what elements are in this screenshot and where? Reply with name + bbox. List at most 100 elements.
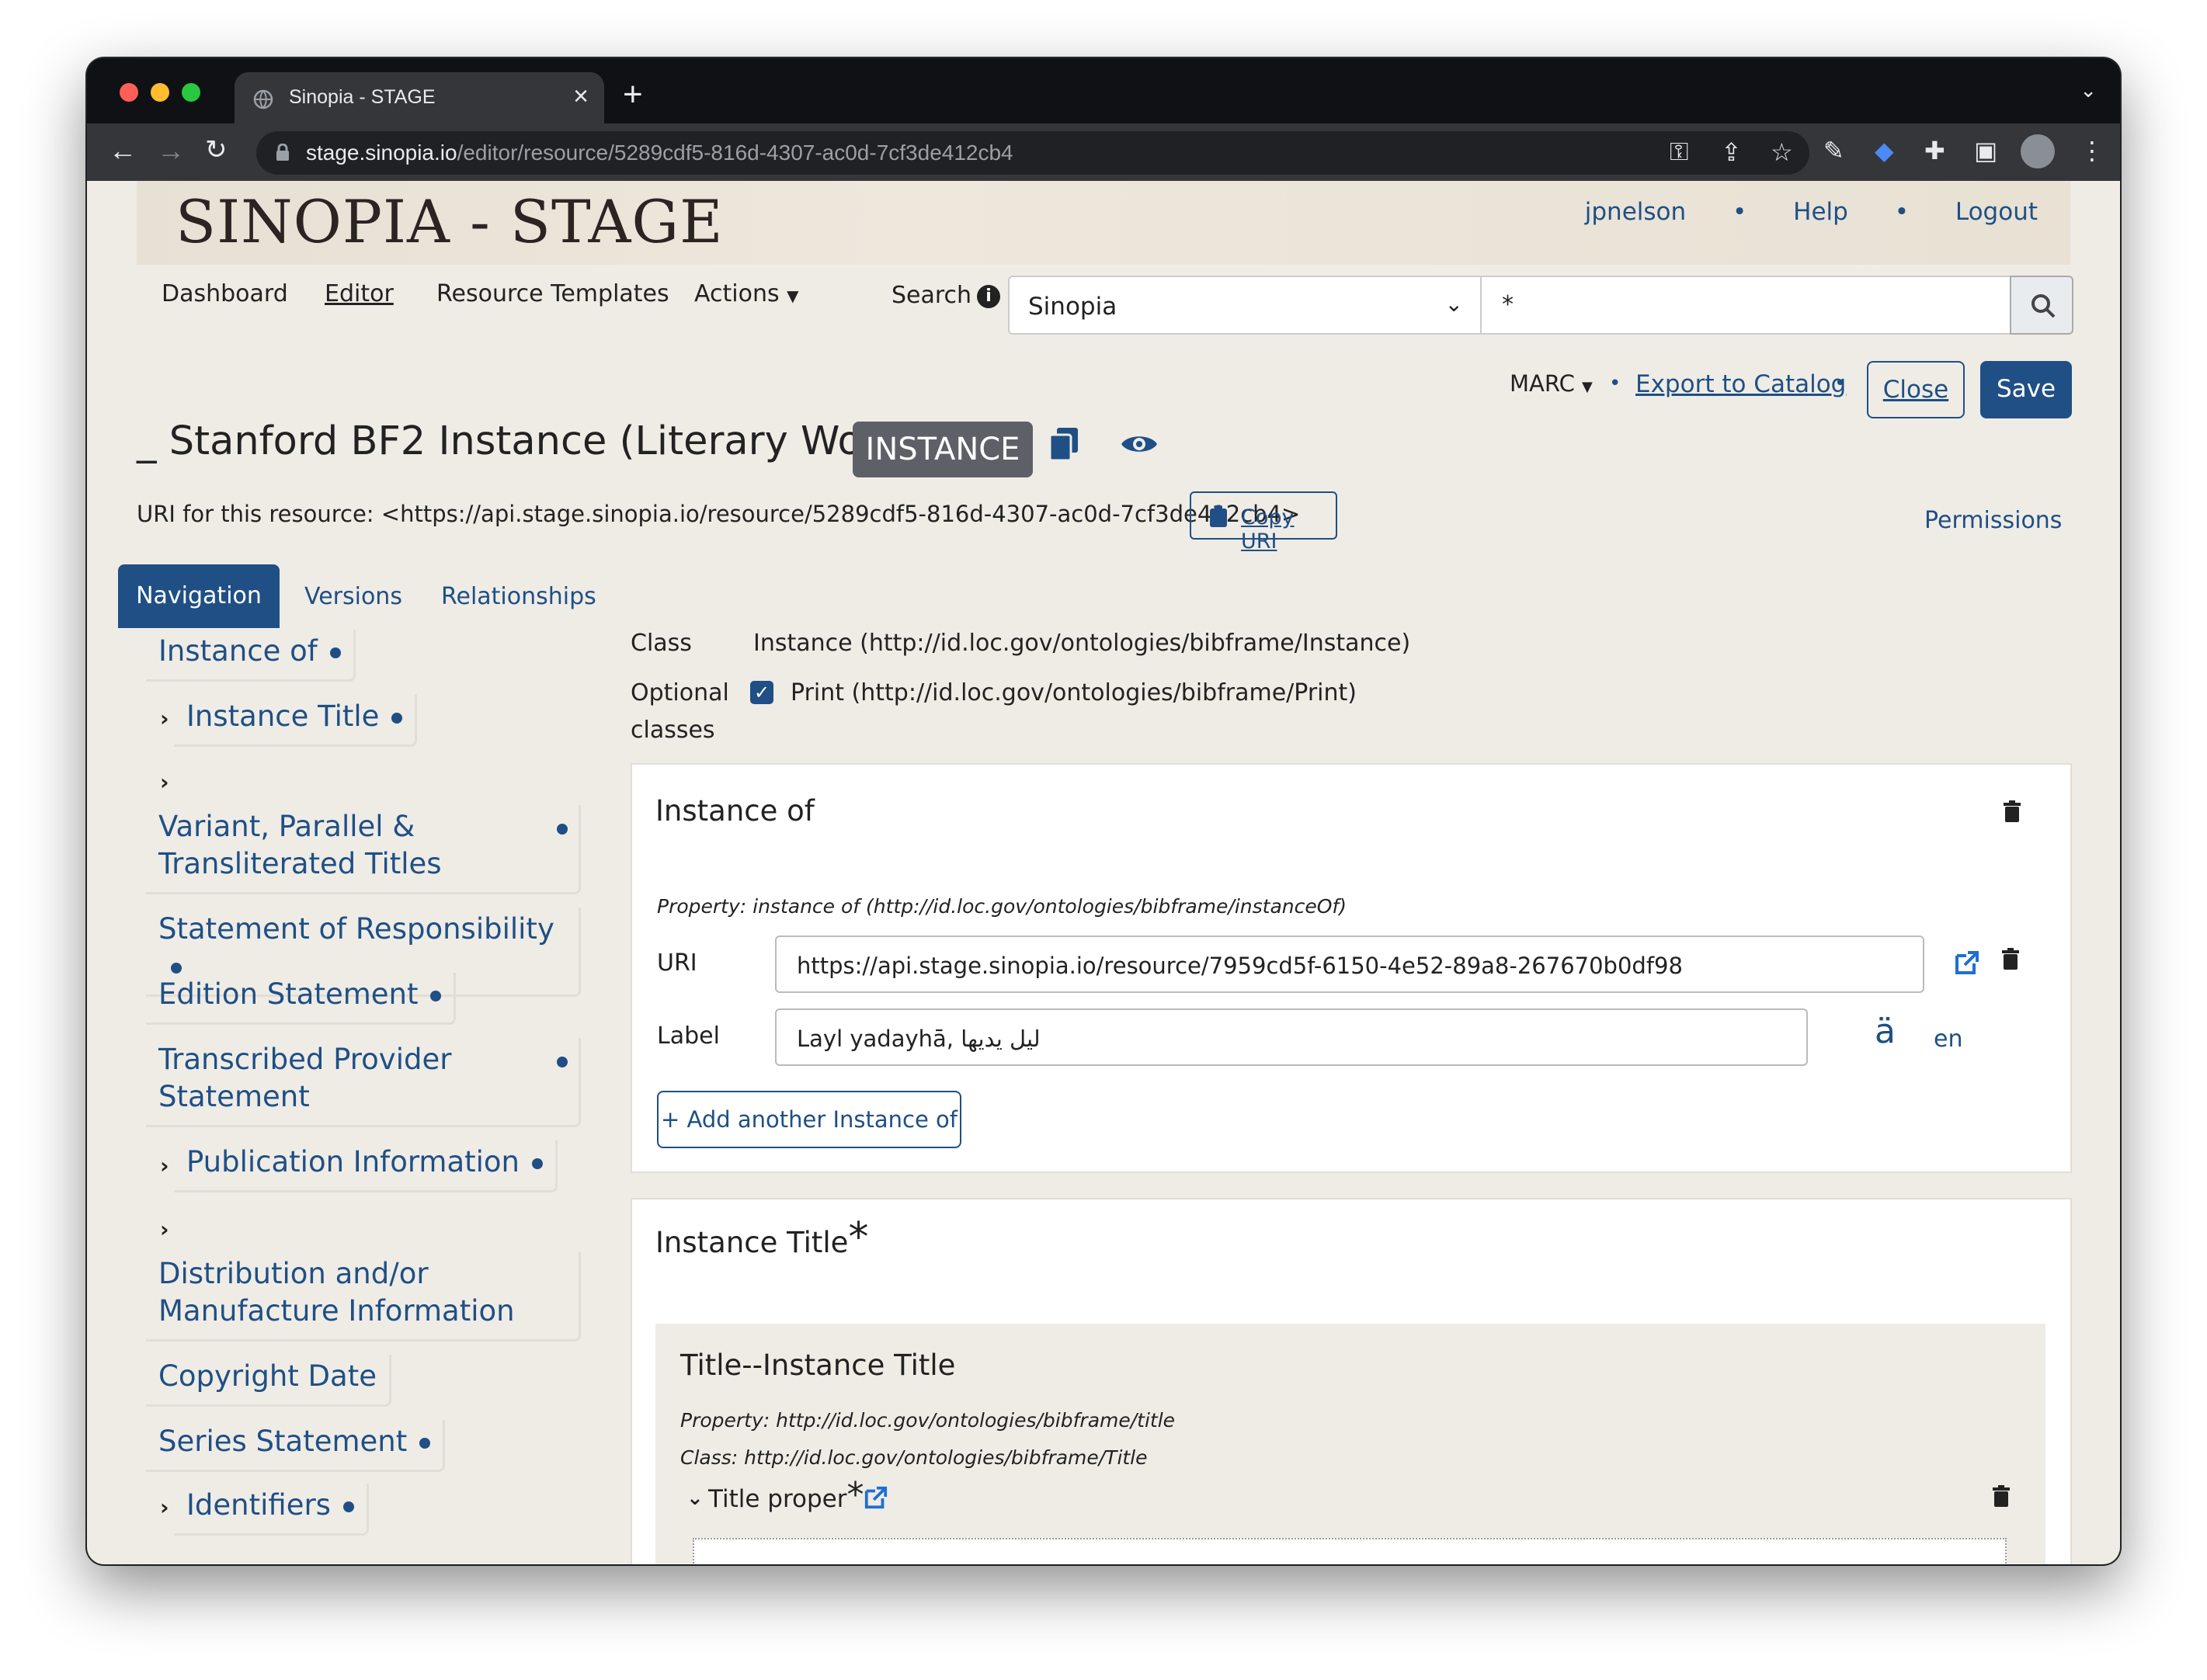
profile-avatar[interactable] bbox=[2021, 134, 2055, 168]
required-asterisk: * bbox=[846, 1475, 864, 1515]
trash-icon[interactable] bbox=[1993, 1485, 2010, 1507]
chevron-right-icon[interactable]: › bbox=[160, 769, 169, 795]
sidebar-item-transcribed-provider[interactable]: Transcribed Provider Statement bbox=[146, 1038, 581, 1127]
chevron-down-icon: ⌄ bbox=[1444, 291, 1463, 317]
panel-heading: Instance of bbox=[655, 794, 815, 828]
search-input[interactable]: * bbox=[1480, 276, 2011, 335]
logout-link[interactable]: Logout bbox=[1955, 198, 2038, 226]
sidebar-item-copyright-date[interactable]: Copyright Date bbox=[146, 1355, 391, 1407]
property-text: Property: http://id.loc.gov/ontologies/b… bbox=[680, 1409, 1176, 1432]
export-to-catalog-link[interactable]: Export to Catalog bbox=[1635, 370, 1846, 398]
browser-menu-icon[interactable]: ⋮ bbox=[2080, 136, 2104, 165]
maximize-window-button[interactable] bbox=[182, 83, 200, 102]
sidebar-item-publication-information[interactable]: Publication Information bbox=[174, 1140, 558, 1192]
sidebar-item-edition-statement[interactable]: Edition Statement bbox=[146, 973, 457, 1025]
nav-actions[interactable]: Actions ▼ bbox=[694, 280, 799, 307]
key-icon[interactable]: ⚿ bbox=[1670, 137, 1688, 167]
bullet-icon bbox=[342, 1501, 354, 1512]
marc-dropdown[interactable]: MARC ▼ bbox=[1510, 370, 1593, 397]
new-tab-icon[interactable]: + bbox=[623, 75, 643, 114]
property-text: Property: instance of (http://id.loc.gov… bbox=[657, 895, 1347, 918]
sidebar-item-instance-of[interactable]: Instance of bbox=[146, 630, 356, 682]
chevron-right-icon[interactable]: › bbox=[160, 1494, 169, 1520]
help-link[interactable]: Help bbox=[1793, 198, 1848, 226]
nav-actions-label: Actions bbox=[694, 280, 780, 307]
chevron-right-icon[interactable]: › bbox=[160, 1153, 169, 1178]
external-link-icon[interactable] bbox=[1954, 949, 1980, 976]
nav-resource-templates[interactable]: Resource Templates bbox=[436, 280, 669, 307]
separator-dot: • bbox=[1894, 198, 1909, 226]
save-button[interactable]: Save bbox=[1980, 361, 2072, 418]
back-icon[interactable]: ← bbox=[109, 134, 137, 167]
bullet-icon bbox=[430, 990, 442, 1001]
external-link-icon[interactable] bbox=[864, 1485, 888, 1510]
title-proper-text: Title proper bbox=[708, 1485, 847, 1513]
resource-title: _ Stanford BF2 Instance (Literary Work) bbox=[137, 418, 917, 464]
caret-down-icon: ▼ bbox=[1582, 379, 1593, 395]
chevron-right-icon[interactable]: › bbox=[160, 706, 169, 731]
title-proper-label: Title proper* bbox=[708, 1478, 864, 1514]
print-class-checkbox[interactable]: ✓ bbox=[750, 681, 773, 704]
copy-icon[interactable] bbox=[1050, 428, 1078, 460]
nav-dashboard[interactable]: Dashboard bbox=[162, 280, 288, 307]
minimize-window-button[interactable] bbox=[151, 83, 169, 102]
sidebar-item-label: Copyright Date bbox=[158, 1359, 377, 1393]
bullet-icon bbox=[391, 712, 403, 724]
search-source-select[interactable]: Sinopia ⌄ bbox=[1008, 276, 1482, 335]
sidebar-item-instance-title[interactable]: Instance Title bbox=[174, 695, 418, 747]
trash-icon[interactable] bbox=[2002, 948, 2019, 970]
bullet-icon bbox=[532, 1158, 543, 1169]
lock-icon bbox=[276, 144, 289, 161]
browser-window: Sinopia - STAGE × + ⌄ ← → ↻ stage.sinopi… bbox=[87, 58, 2120, 1564]
sidebar-item-label: Identifiers bbox=[186, 1488, 331, 1522]
close-window-button[interactable] bbox=[120, 83, 138, 102]
tab-versions[interactable]: Versions bbox=[304, 583, 402, 610]
resource-class-badge: INSTANCE bbox=[853, 422, 1033, 477]
title-proper-input[interactable] bbox=[693, 1538, 2007, 1564]
sidebar-item-series-statement[interactable]: Series Statement bbox=[146, 1420, 446, 1472]
language-button[interactable]: en bbox=[1934, 1026, 1962, 1053]
nav-editor[interactable]: Editor bbox=[325, 280, 394, 307]
tab-navigation[interactable]: Navigation bbox=[118, 564, 280, 628]
close-button[interactable]: Close bbox=[1867, 361, 1965, 418]
bookmark-star-icon[interactable]: ☆ bbox=[1771, 137, 1793, 167]
uri-input[interactable]: https://api.stage.sinopia.io/resource/79… bbox=[775, 935, 1924, 993]
sidebar-item-label: Edition Statement bbox=[158, 977, 419, 1011]
chevron-right-icon[interactable]: › bbox=[160, 1217, 169, 1242]
reload-icon[interactable]: ↻ bbox=[205, 134, 228, 165]
forward-icon[interactable]: → bbox=[157, 134, 185, 167]
class-label: Class bbox=[631, 630, 692, 657]
user-links: jpnelson • Help • Logout bbox=[1568, 198, 2038, 226]
trash-icon[interactable] bbox=[2004, 800, 2021, 822]
permissions-link[interactable]: Permissions bbox=[1924, 507, 2062, 534]
sidebar-item-distribution[interactable]: Distribution and/or Manufacture Informati… bbox=[146, 1252, 581, 1342]
marc-label: MARC bbox=[1510, 370, 1575, 397]
tab-menu-icon[interactable]: ⌄ bbox=[2080, 78, 2097, 102]
optional-classes-label: Optional bbox=[631, 679, 729, 706]
add-another-instance-of-button[interactable]: + Add another Instance of bbox=[657, 1091, 961, 1148]
sidebar-item-label: Variant, Parallel & bbox=[158, 810, 415, 843]
chevron-down-icon[interactable]: ⌄ bbox=[686, 1487, 704, 1510]
copy-uri-button[interactable]: Copy URI bbox=[1190, 491, 1337, 554]
sidebar-item-identifiers[interactable]: Identifiers bbox=[174, 1484, 369, 1536]
close-tab-icon[interactable]: × bbox=[573, 82, 589, 112]
label-input[interactable]: Layl yadayhā, ليل يديها bbox=[775, 1008, 1808, 1066]
extension-pen-icon[interactable]: ✎ bbox=[1823, 136, 1844, 165]
share-icon[interactable]: ⇪ bbox=[1721, 137, 1742, 167]
tab-relationships[interactable]: Relationships bbox=[441, 583, 596, 610]
sidebar-item-variant-titles[interactable]: Variant, Parallel & Transliterated Titles bbox=[146, 805, 581, 894]
extension-gem-icon[interactable]: ◆ bbox=[1875, 136, 1894, 165]
class-value: Instance (http://id.loc.gov/ontologies/b… bbox=[753, 630, 1411, 657]
diacritics-button[interactable]: ä bbox=[1875, 1012, 1896, 1051]
user-link[interactable]: jpnelson bbox=[1585, 198, 1686, 226]
extensions-puzzle-icon[interactable]: ✚ bbox=[1924, 136, 1945, 165]
eye-icon[interactable] bbox=[1120, 431, 1159, 457]
site-title: SINOPIA - STAGE bbox=[176, 187, 724, 256]
address-bar[interactable]: stage.sinopia.io/editor/resource/5289cdf… bbox=[256, 131, 1809, 175]
info-icon[interactable]: i bbox=[977, 285, 1000, 308]
browser-tab[interactable]: Sinopia - STAGE × bbox=[235, 72, 604, 123]
side-panel-icon[interactable]: ▣ bbox=[1974, 136, 1997, 165]
separator-dot: • bbox=[1733, 198, 1747, 226]
title-subform: Title--Instance Title Property: http://i… bbox=[655, 1324, 2045, 1564]
search-button[interactable] bbox=[2010, 276, 2073, 335]
